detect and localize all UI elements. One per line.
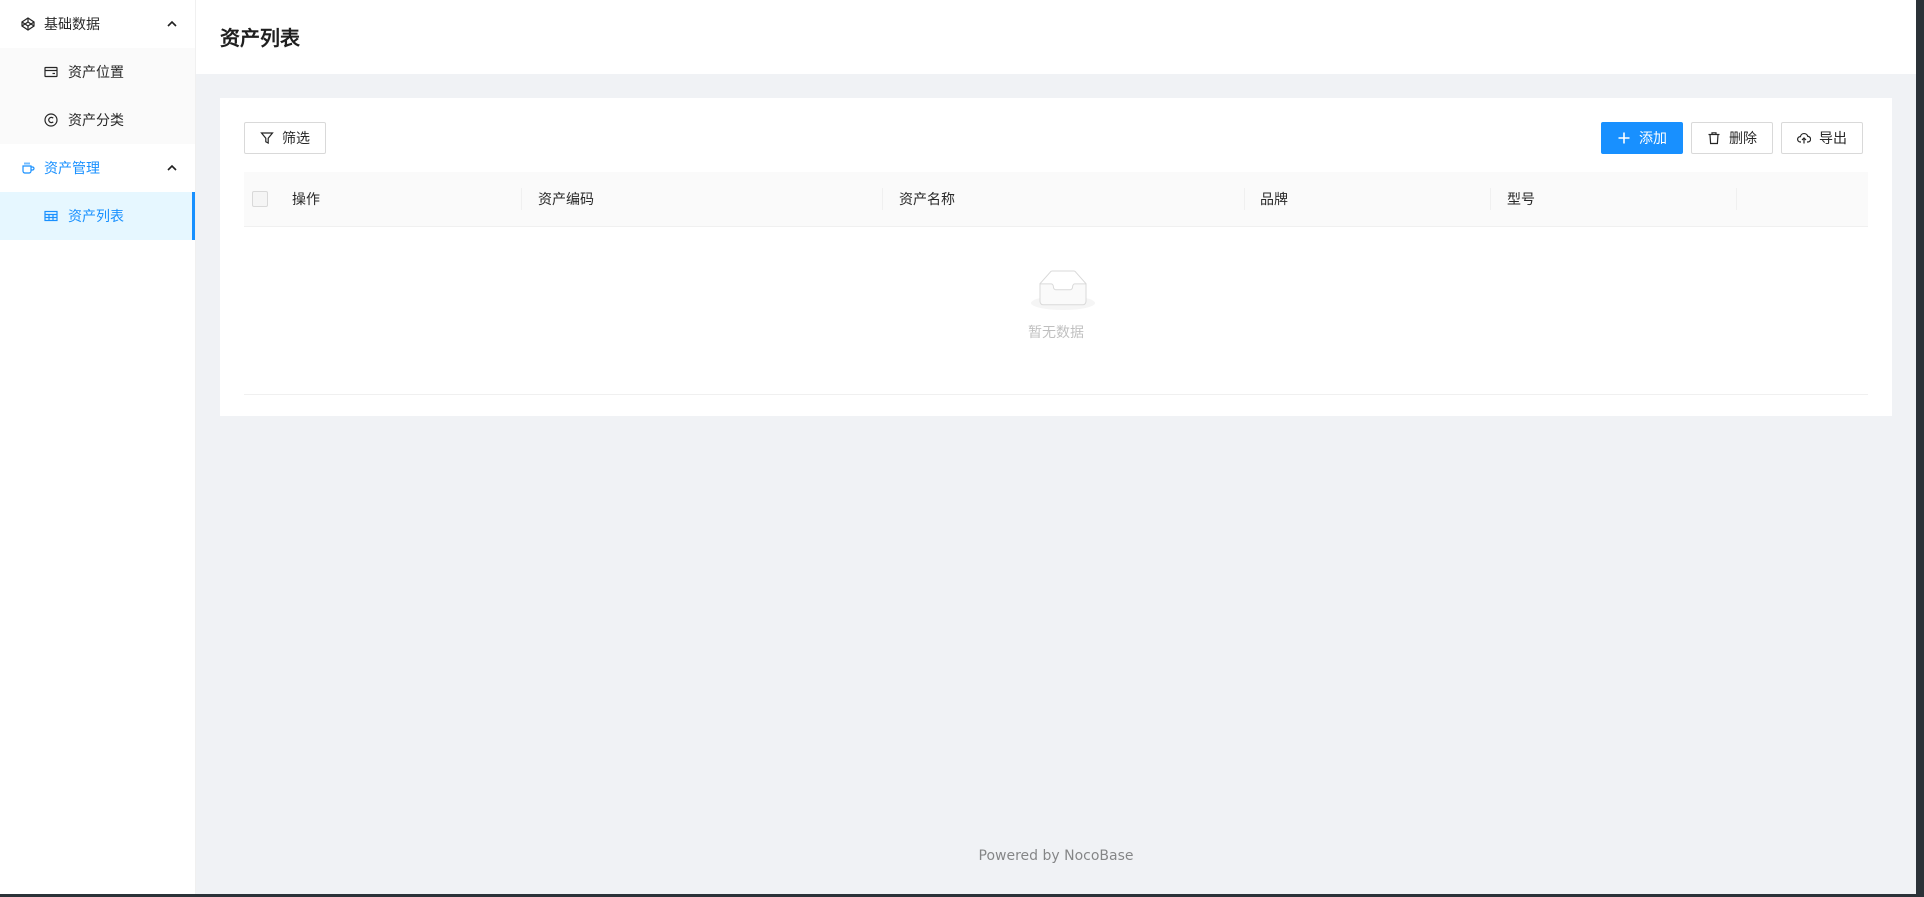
menu-group-asset-management: 资产管理 资产列表 [0, 144, 195, 240]
export-button[interactable]: 导出 [1781, 122, 1863, 154]
submenu-title-label: 基础数据 [44, 17, 100, 33]
column-separator [1244, 188, 1245, 210]
sidebar-item-label: 资产列表 [68, 209, 124, 225]
chevron-up-icon [167, 164, 177, 171]
filter-icon [260, 131, 274, 145]
column-header-asset-code[interactable]: 资产编码 [538, 172, 594, 226]
plus-icon [1617, 131, 1631, 145]
empty-state: 暂无数据 [244, 226, 1868, 395]
sidebar-item-asset-list[interactable]: 资产列表 [0, 192, 195, 240]
credit-card-icon [43, 64, 59, 80]
sidebar-item-label: 资产分类 [68, 113, 124, 129]
empty-text: 暂无数据 [1028, 325, 1084, 341]
add-button-label: 添加 [1639, 131, 1667, 147]
delete-button[interactable]: 删除 [1691, 122, 1773, 154]
sidebar-item-asset-category[interactable]: 资产分类 [0, 96, 195, 144]
column-separator [1736, 188, 1737, 210]
table-icon [43, 208, 59, 224]
column-header-brand[interactable]: 品牌 [1260, 172, 1288, 226]
chevron-up-icon [167, 20, 177, 27]
cloud-upload-icon [1797, 131, 1811, 145]
main-content: 资产列表 筛选 添加 删除 导出 操作 资产编码 资产名称 品牌 型号 暂无数据… [196, 0, 1916, 894]
column-separator [882, 188, 883, 210]
menu-group-basic-data: 基础数据 资产位置 资产分类 [0, 0, 195, 144]
select-all-checkbox[interactable] [252, 191, 268, 207]
coffee-icon [20, 160, 36, 176]
submenu-asset-management[interactable]: 资产管理 [0, 144, 195, 192]
sidebar: 基础数据 资产位置 资产分类 资产管理 资产列表 [0, 0, 196, 894]
column-header-asset-name[interactable]: 资产名称 [899, 172, 955, 226]
column-header-actions: 操作 [292, 192, 320, 208]
copyright-icon [43, 112, 59, 128]
filter-button-label: 筛选 [282, 131, 310, 147]
footer-powered-by: Powered by NocoBase [978, 848, 1134, 864]
export-button-label: 导出 [1819, 131, 1847, 147]
column-header-model[interactable]: 型号 [1507, 172, 1535, 226]
empty-inbox-icon [1031, 270, 1095, 310]
sidebar-item-label: 资产位置 [68, 65, 124, 81]
submenu-title-label: 资产管理 [44, 161, 100, 177]
table-card: 筛选 添加 删除 导出 操作 资产编码 资产名称 品牌 型号 暂无数据 [220, 98, 1892, 416]
delete-button-label: 删除 [1729, 131, 1757, 147]
table-header: 操作 资产编码 资产名称 品牌 型号 [244, 172, 1868, 227]
column-separator [1490, 188, 1491, 210]
trash-icon [1707, 131, 1721, 145]
app-window: 基础数据 资产位置 资产分类 资产管理 资产列表 资产列表 筛选 添加 删除 导… [0, 0, 1916, 894]
codepen-icon [20, 16, 36, 32]
page-header: 资产列表 [196, 0, 1916, 74]
column-separator [521, 188, 522, 210]
add-button[interactable]: 添加 [1601, 122, 1683, 154]
page-title: 资产列表 [220, 26, 300, 50]
sidebar-item-asset-location[interactable]: 资产位置 [0, 48, 195, 96]
submenu-basic-data[interactable]: 基础数据 [0, 0, 195, 48]
filter-button[interactable]: 筛选 [244, 122, 326, 154]
